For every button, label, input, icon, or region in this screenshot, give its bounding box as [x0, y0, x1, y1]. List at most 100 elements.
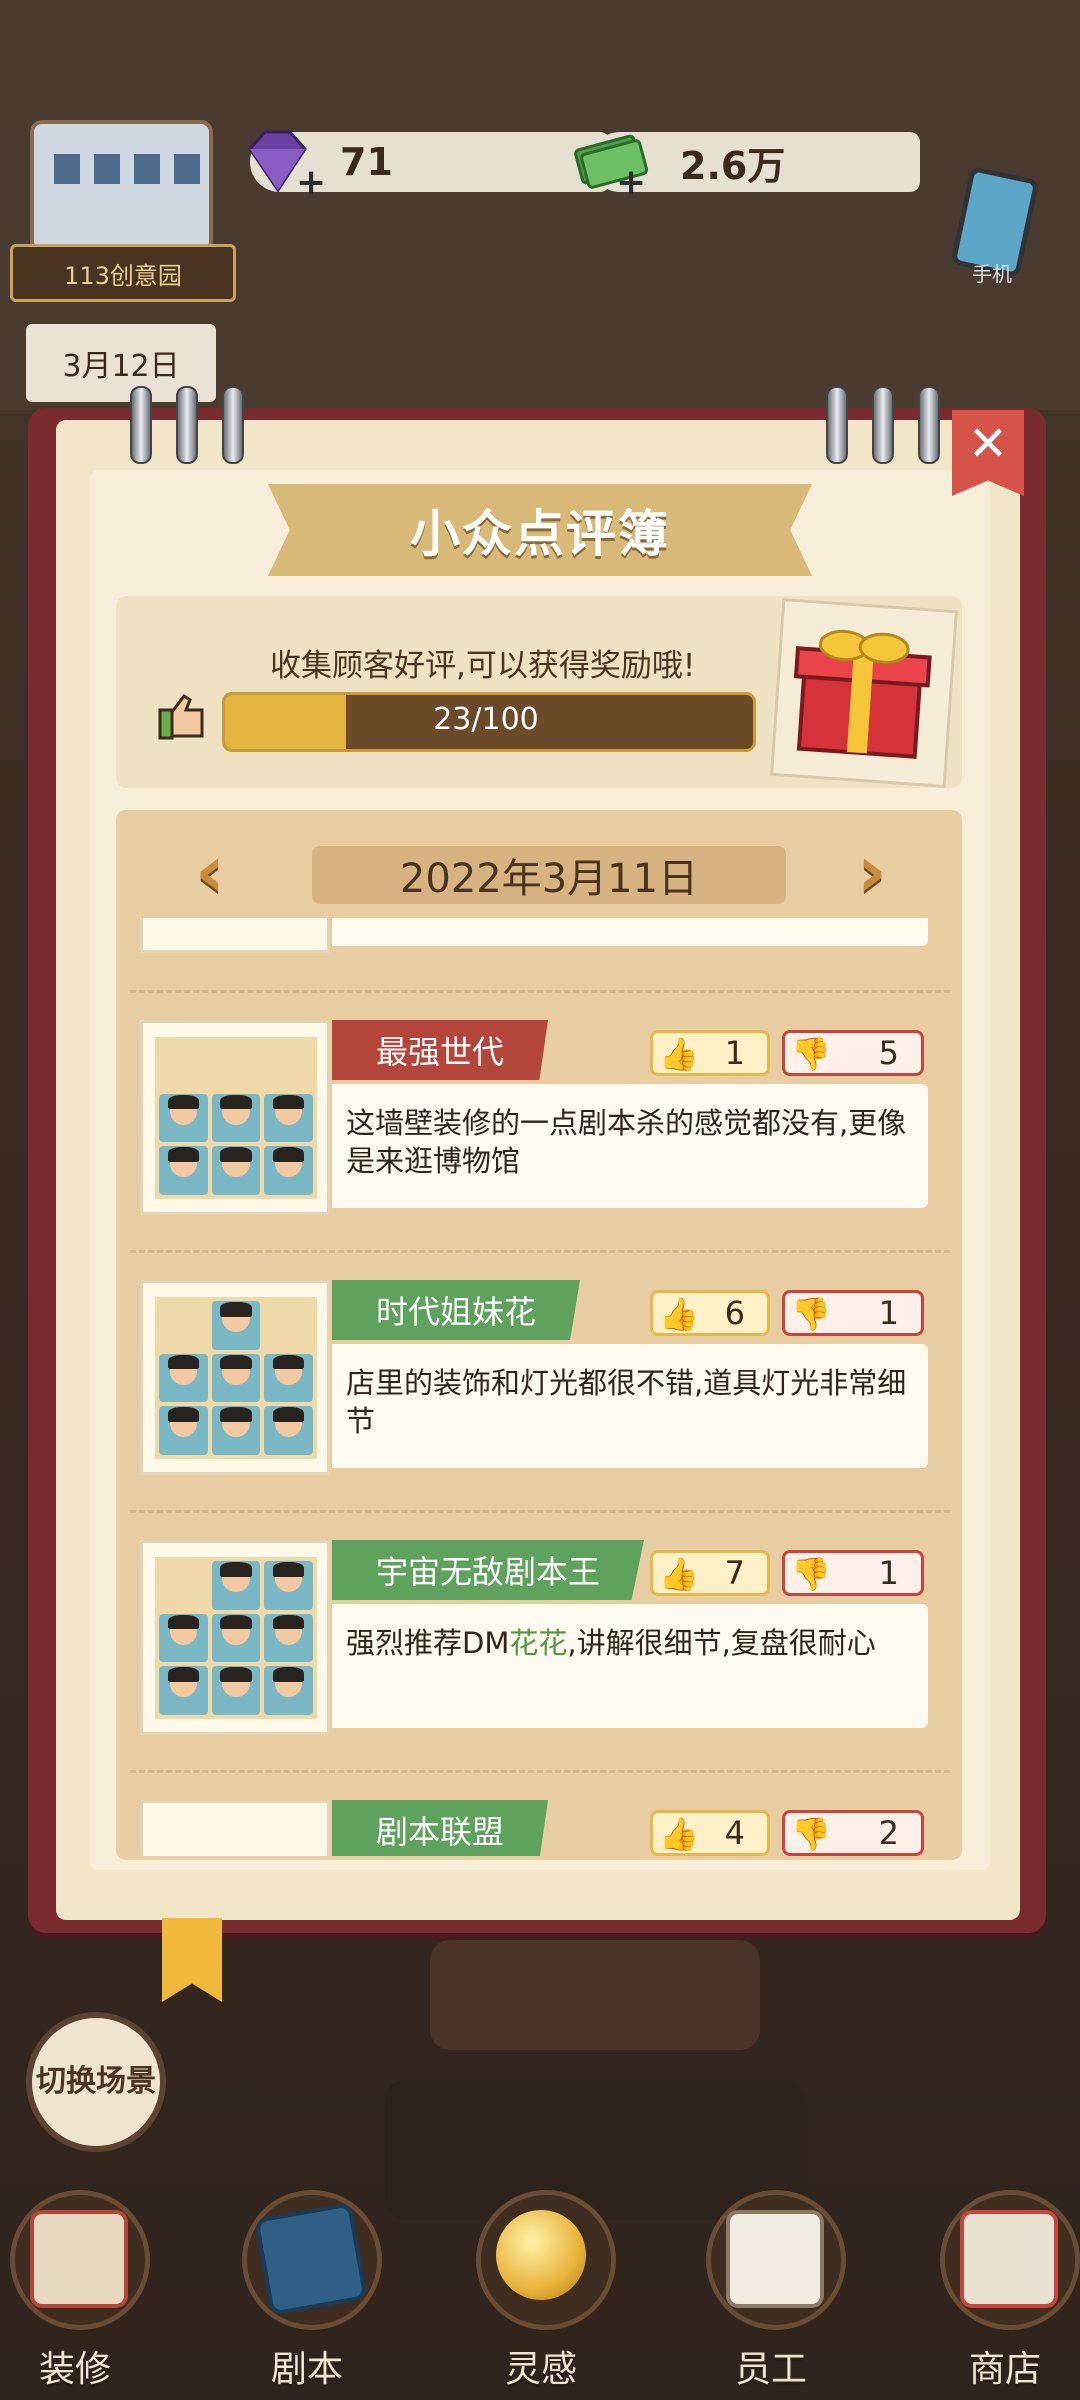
store-building-icon[interactable] [30, 120, 213, 253]
add-cash-icon[interactable]: + [616, 162, 646, 203]
nav-label: 灵感 [504, 2349, 577, 2390]
nav-shop[interactable]: 商店 [930, 2190, 1080, 2390]
avatar [264, 1613, 313, 1663]
dislike-value: 5 [878, 1034, 899, 1072]
thumbs-up-icon: 👍 [659, 1295, 699, 1333]
avatar [211, 1406, 261, 1455]
like-count: 👍 4 [650, 1810, 770, 1856]
review-list[interactable]: 最强世代 👍 1 👎 5 这墙壁装修的一点剧本杀的感觉都没有,更像是来逛博物馆 … [130, 918, 950, 1856]
thumbs-up-icon: 👍 [659, 1555, 699, 1593]
thumbs-down-icon: 👎 [791, 1815, 831, 1853]
ring-binder-icon [872, 386, 894, 464]
avatar [159, 1353, 208, 1403]
gem-count: 71 [340, 140, 393, 184]
nav-staff[interactable]: 员工 [696, 2190, 846, 2390]
avatar-group [140, 918, 330, 953]
avatar [264, 1406, 313, 1455]
avatar-group [140, 1020, 330, 1215]
next-date-button[interactable]: › [842, 835, 902, 908]
reviewer-name: 剧本联盟 [332, 1800, 549, 1856]
review-progress-text: 23/100 [433, 701, 539, 737]
phone-label: 手机 [972, 262, 1012, 286]
dislike-count: 👎 5 [782, 1030, 924, 1076]
nav-decorate[interactable]: 装修 [0, 2190, 150, 2390]
thumbs-down-icon: 👎 [791, 1555, 831, 1593]
dislike-value: 2 [878, 1814, 899, 1852]
avatar [211, 1146, 261, 1195]
avatar [211, 1353, 261, 1403]
gift-box-icon [793, 629, 932, 759]
dislike-count: 👎 1 [782, 1550, 924, 1596]
staff-badge-icon [726, 2210, 824, 2308]
dislike-value: 1 [878, 1294, 899, 1332]
like-count: 👍 7 [650, 1550, 770, 1596]
script-book-icon [254, 2202, 368, 2316]
review-card: 宇宙无敌剧本王 👍 7 👎 1 强烈推荐DM花花,讲解很细节,复盘很耐心 [140, 1540, 940, 1740]
review-card: 时代姐妹花 👍 6 👎 1 店里的装饰和灯光都很不错,道具灯光非常细节 [140, 1280, 940, 1480]
review-card [140, 918, 940, 958]
avatar [211, 1561, 261, 1610]
shop-icon [960, 2210, 1058, 2308]
ring-binder-icon [176, 386, 198, 464]
notebook-title: 小众点评簿 [268, 484, 812, 576]
ring-binder-icon [130, 386, 152, 464]
comment-text: 强烈推荐DM [346, 1626, 510, 1660]
gift-reward-button[interactable] [770, 598, 958, 788]
reviewer-name: 时代姐妹花 [332, 1280, 581, 1340]
avatar [211, 1613, 261, 1663]
avatar [211, 1666, 261, 1715]
avatar [159, 1406, 208, 1455]
table [430, 1940, 760, 2050]
divider [130, 1770, 950, 1773]
thumbs-down-icon: 👎 [791, 1295, 831, 1333]
nav-scripts[interactable]: 剧本 [232, 2190, 382, 2390]
avatar [211, 1093, 261, 1143]
add-gems-icon[interactable]: + [296, 162, 326, 203]
nav-inspiration[interactable]: 灵感 [466, 2190, 616, 2390]
divider [130, 990, 950, 993]
like-value: 4 [724, 1814, 745, 1852]
thumbs-down-icon: 👎 [791, 1035, 831, 1073]
house-icon [30, 2210, 128, 2308]
like-value: 6 [724, 1294, 745, 1332]
avatar [159, 1666, 208, 1715]
switch-scene-button[interactable]: 切换场景 [26, 2012, 166, 2152]
comment-text: ,讲解很细节,复盘很耐心 [567, 1626, 876, 1660]
nav-label: 商店 [968, 2349, 1041, 2390]
avatar-group [140, 1800, 330, 1856]
avatar [264, 1561, 313, 1610]
avatar [264, 1353, 313, 1403]
avatar [159, 1093, 208, 1143]
thumbs-up-icon: 👍 [659, 1815, 699, 1853]
review-date: 2022年3月11日 [312, 846, 786, 904]
comment-highlight: 花花 [509, 1626, 568, 1660]
ring-binder-icon [918, 386, 940, 464]
dislike-count: 👎 1 [782, 1290, 924, 1336]
prev-date-button[interactable]: ‹ [180, 835, 240, 908]
ring-binder-icon [826, 386, 848, 464]
review-card: 最强世代 👍 1 👎 5 这墙壁装修的一点剧本杀的感觉都没有,更像是来逛博物馆 [140, 1020, 940, 1220]
nav-label: 员工 [734, 2349, 807, 2390]
review-comment: 店里的装饰和灯光都很不错,道具灯光非常细节 [332, 1344, 928, 1468]
avatar [211, 1301, 261, 1350]
nav-label: 剧本 [270, 2349, 343, 2390]
avatar-group [140, 1280, 330, 1475]
reviewer-name: 宇宙无敌剧本王 [332, 1540, 645, 1600]
like-count: 👍 6 [650, 1290, 770, 1336]
like-count: 👍 1 [650, 1030, 770, 1076]
avatar [159, 1613, 208, 1663]
like-value: 1 [724, 1034, 745, 1072]
divider [130, 1510, 950, 1513]
reward-description: 收集顾客好评,可以获得奖励哦! [270, 648, 696, 684]
thumbs-up-icon [158, 693, 204, 740]
avatar [159, 1146, 208, 1195]
lightbulb-icon [496, 2210, 586, 2300]
review-comment: 强烈推荐DM花花,讲解很细节,复盘很耐心 [332, 1604, 928, 1728]
location-banner[interactable]: 113创意园 [10, 244, 236, 302]
avatar-group [140, 1540, 330, 1735]
dislike-count: 👎 2 [782, 1810, 924, 1856]
reviewer-name: 最强世代 [332, 1020, 549, 1080]
ring-binder-icon [222, 386, 244, 464]
dislike-value: 1 [878, 1554, 899, 1592]
divider [130, 1250, 950, 1253]
